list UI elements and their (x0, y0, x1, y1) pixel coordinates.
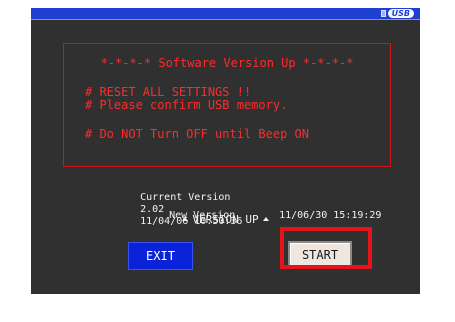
message-line-confirm-usb: # Please confirm USB memory. (85, 98, 288, 112)
version-up-label: VERSION UP (192, 213, 259, 226)
triangle-up-icon (182, 217, 189, 221)
message-line-do-not-turn-off: # Do NOT Turn OFF until Beep ON (85, 127, 309, 141)
status-bar: USB (31, 8, 420, 20)
exit-button[interactable]: EXIT (128, 242, 193, 270)
start-button[interactable]: START (288, 241, 352, 269)
usb-drive-icon (380, 10, 386, 17)
usb-status-label: USB (387, 9, 414, 18)
message-title: *-*-*-* Software Version Up *-*-*-* (100, 56, 354, 70)
triangle-up-icon (262, 217, 269, 221)
warning-message-box: *-*-*-* Software Version Up *-*-*-* # RE… (63, 43, 391, 167)
usb-indicator: USB (380, 8, 414, 19)
version-up-heading: VERSION UP (31, 213, 420, 226)
device-screen: USB *-*-*-* Software Version Up *-*-*-* … (31, 8, 420, 294)
